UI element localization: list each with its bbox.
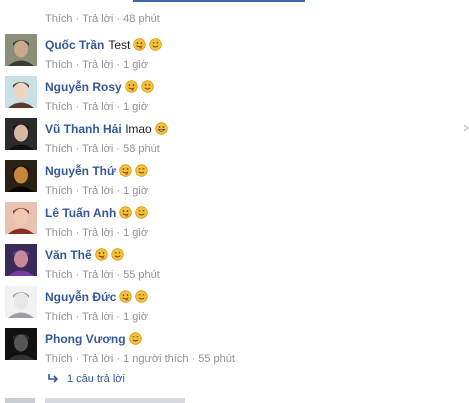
smile-emoji-icon [135, 290, 149, 303]
reply-arrow-icon [47, 373, 59, 383]
avatar[interactable] [5, 328, 37, 360]
comment-meta: Thích · Trả lời · 1 người thích · 55 phú… [45, 353, 235, 365]
reply-link[interactable]: Trả lời [82, 227, 113, 239]
avatar[interactable] [5, 244, 37, 276]
reply-link[interactable]: Trả lời [82, 59, 113, 71]
like-count[interactable]: 1 người thích [123, 353, 188, 365]
timestamp[interactable]: 1 giờ [123, 311, 148, 323]
tongue-emoji-icon [118, 164, 132, 177]
previous-content-edge [133, 0, 305, 2]
commenter-name[interactable]: Nguyễn Rosy [45, 80, 122, 94]
like-link[interactable]: Thích [45, 185, 73, 197]
comment-meta: Thích · Trả lời · 1 giờ [45, 227, 149, 239]
comment-meta: Thích · Trả lời · 55 phút [45, 269, 160, 281]
smile-emoji-icon [134, 164, 148, 177]
avatar[interactable] [5, 34, 37, 66]
comment-body: Quốc Trần Test [45, 37, 163, 53]
top-comment-meta: Thích · Trả lời · 48 phút [45, 13, 160, 25]
comment-body: Vũ Thanh Hải lmao [45, 121, 168, 137]
comment-meta: Thích · Trả lời · 1 giờ [45, 185, 149, 197]
reply-link[interactable]: Trả lời [82, 185, 113, 197]
tongue-emoji-icon [124, 80, 138, 93]
timestamp[interactable]: 55 phút [123, 269, 160, 281]
commenter-name[interactable]: Vũ Thanh Hải [45, 122, 122, 136]
timestamp[interactable]: 1 giờ [123, 185, 148, 197]
commenter-name[interactable]: Nguyễn Thứ [45, 164, 116, 178]
comment-body: Nguyễn Thứ [45, 163, 148, 179]
tongue-emoji-icon [133, 38, 147, 51]
avatar[interactable] [5, 160, 37, 192]
commenter-name[interactable]: Quốc Trần [45, 38, 104, 52]
like-link[interactable]: Thích [45, 143, 73, 155]
avatar[interactable] [5, 286, 37, 318]
reply-link[interactable]: Trả lời [82, 353, 113, 365]
reply-link[interactable]: Trả lời [82, 269, 113, 281]
avatar[interactable] [5, 118, 37, 150]
comment-body: Văn Thế [45, 247, 124, 263]
timestamp[interactable]: 48 phút [123, 13, 160, 25]
avatar[interactable] [5, 202, 37, 234]
like-link[interactable]: Thích [45, 227, 73, 239]
comment-text: Test [108, 38, 131, 52]
timestamp[interactable]: 55 phút [198, 353, 235, 365]
reply-link[interactable]: Trả lời [82, 101, 113, 113]
grin-emoji-icon [154, 122, 168, 135]
comment-body: Nguyễn Đức [45, 289, 149, 305]
smile-emoji-icon [140, 80, 154, 93]
reply-link[interactable]: Trả lời [82, 143, 113, 155]
like-link[interactable]: Thích [45, 59, 73, 71]
reply-link[interactable]: Trả lời [82, 13, 113, 25]
tongue-emoji-icon [94, 248, 108, 261]
comment-meta: Thích · Trả lời · 1 giờ [45, 59, 149, 71]
like-link[interactable]: Thích [45, 311, 73, 323]
smile-emoji-icon [135, 206, 149, 219]
timestamp[interactable]: 1 giờ [123, 227, 148, 239]
comment-body: Lê Tuấn Anh [45, 205, 149, 221]
comment-text: lmao [125, 122, 152, 136]
comment-meta: Thích · Trả lời · 1 giờ [45, 311, 149, 323]
scroll-chevron-icon[interactable] [463, 121, 469, 132]
like-link[interactable]: Thích [45, 13, 73, 25]
smile-emoji-icon [128, 332, 142, 345]
timestamp[interactable]: 58 phút [123, 143, 160, 155]
like-link[interactable]: Thích [45, 101, 73, 113]
timestamp[interactable]: 1 giờ [123, 101, 148, 113]
like-link[interactable]: Thích [45, 353, 73, 365]
view-replies-link[interactable]: 1 câu trả lời [47, 372, 125, 386]
smile-emoji-icon [149, 38, 163, 51]
commenter-name[interactable]: Lê Tuấn Anh [45, 206, 116, 220]
comment-meta: Thích · Trả lời · 58 phút [45, 143, 160, 155]
timestamp[interactable]: 1 giờ [123, 59, 148, 71]
commenter-name[interactable]: Phong Vương [45, 332, 126, 346]
next-avatar-edge [5, 398, 35, 403]
like-link[interactable]: Thích [45, 269, 73, 281]
smile-emoji-icon [110, 248, 124, 261]
avatar[interactable] [5, 76, 37, 108]
commenter-name[interactable]: Nguyễn Đức [45, 290, 116, 304]
tongue-emoji-icon [119, 206, 133, 219]
comment-item: Phong Vương Thích · Trả lời · 1 người thí… [5, 328, 445, 378]
tongue-emoji-icon [119, 290, 133, 303]
replies-count-label: 1 câu trả lời [67, 373, 125, 385]
comment-meta: Thích · Trả lời · 1 giờ [45, 101, 149, 113]
comment-body: Nguyễn Rosy [45, 79, 154, 95]
commenter-name[interactable]: Văn Thế [45, 248, 92, 262]
reply-link[interactable]: Trả lời [82, 311, 113, 323]
next-comment-edge [45, 398, 185, 403]
comment-body: Phong Vương [45, 331, 142, 347]
